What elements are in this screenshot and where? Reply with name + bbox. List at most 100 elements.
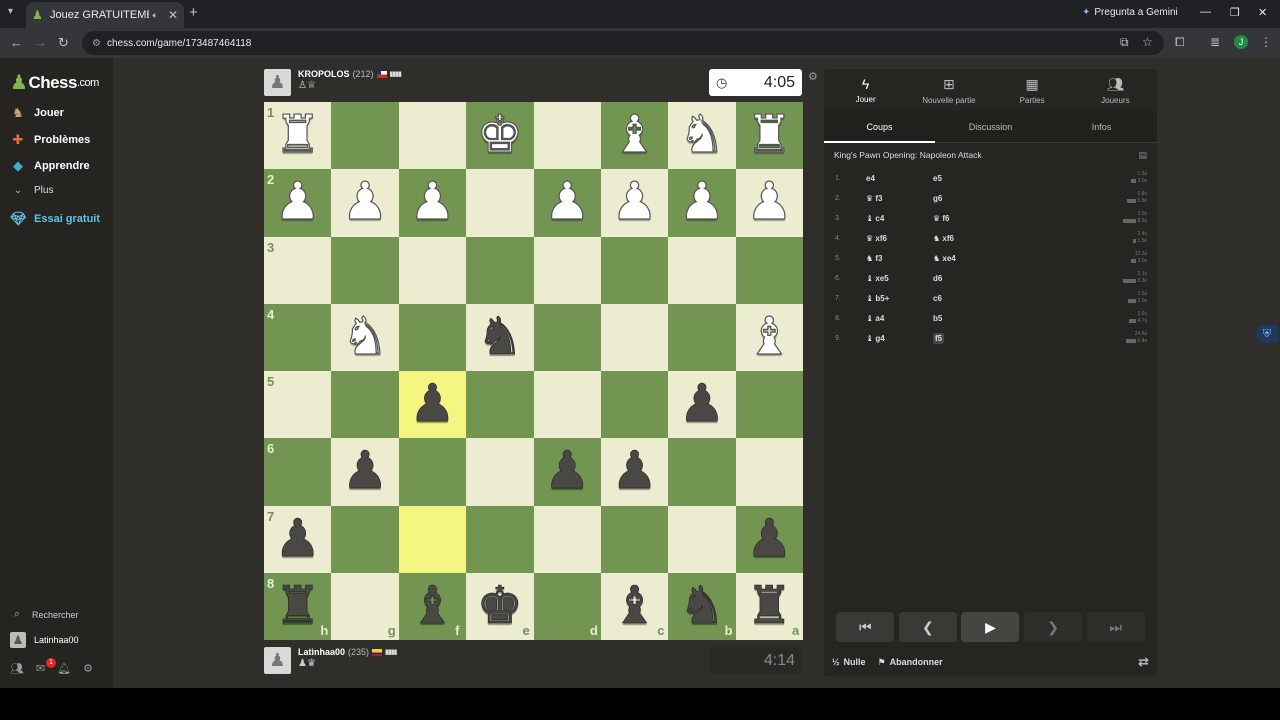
sidebar-item-apprendre[interactable]: ◆ Apprendre bbox=[10, 158, 90, 174]
chess-board[interactable]: 1 2 3 4 5 6 7 8 h g f e d c b a ♜ ♚ ♝ ♞ ♜ ♟ ♟ ♟ ♟ ♟ ♟ ♟ ♞ ♞ ♝ ♟ ♟ ♟ ♟ ♟ ♟ ♟ ♜ ♝… bbox=[264, 102, 803, 640]
bottom-player-avatar[interactable]: ♟ bbox=[264, 647, 291, 674]
reload-icon[interactable]: ↻ bbox=[58, 35, 69, 51]
board-square[interactable] bbox=[398, 438, 467, 506]
white-rook-icon[interactable]: ♜ bbox=[736, 102, 803, 169]
search-link[interactable]: ⌕ Rechercher bbox=[10, 608, 79, 621]
black-pawn-icon[interactable]: ♟ bbox=[601, 438, 668, 505]
white-pawn-icon[interactable]: ♟ bbox=[399, 169, 466, 236]
board-settings-icon[interactable]: ⚙ bbox=[808, 70, 818, 83]
minimize-icon[interactable]: — bbox=[1200, 6, 1211, 18]
black-pawn-icon[interactable]: ♟ bbox=[399, 371, 466, 438]
white-move[interactable]: ♛ f3 bbox=[866, 194, 883, 203]
subtab-infos[interactable]: Infos bbox=[1046, 111, 1157, 142]
board-square[interactable] bbox=[466, 169, 534, 237]
subtab-coups[interactable]: Coups bbox=[824, 111, 935, 143]
board-square[interactable] bbox=[398, 236, 467, 304]
opening-name[interactable]: King's Pawn Opening: Napoleon Attack bbox=[834, 150, 982, 160]
board-square[interactable] bbox=[600, 505, 669, 573]
board-square[interactable] bbox=[600, 303, 669, 371]
mail-icon[interactable]: ✉ bbox=[36, 662, 45, 675]
black-move[interactable]: b5 bbox=[933, 314, 942, 323]
white-pawn-icon[interactable]: ♟ bbox=[264, 169, 331, 236]
tab-nouvelle-partie[interactable]: ⊞ Nouvelle partie bbox=[907, 69, 990, 111]
white-move[interactable]: ♛ xf6 bbox=[866, 234, 887, 243]
board-square[interactable] bbox=[466, 505, 534, 573]
board-square[interactable] bbox=[533, 236, 601, 304]
black-move[interactable]: ♛ f6 bbox=[933, 214, 950, 223]
speaker-icon[interactable]: 🔈︎ bbox=[153, 10, 158, 21]
board-square[interactable] bbox=[466, 236, 534, 304]
site-info-icon[interactable]: ⚙ bbox=[92, 38, 101, 49]
white-king-icon[interactable]: ♚ bbox=[466, 102, 533, 169]
url-field[interactable]: ⚙ chess.com/game/173487464118 bbox=[82, 31, 1164, 55]
board-square[interactable] bbox=[533, 102, 601, 170]
flip-board-icon[interactable]: ⇄ bbox=[1138, 654, 1149, 670]
board-square[interactable] bbox=[735, 371, 803, 439]
sidebar-item-plus[interactable]: ⌄ Plus bbox=[10, 185, 53, 196]
board-square[interactable] bbox=[668, 505, 736, 573]
top-player-name[interactable]: KROPOLOS bbox=[298, 69, 350, 79]
white-move[interactable]: ♝ b5+ bbox=[866, 294, 889, 303]
black-move[interactable]: e5 bbox=[933, 174, 942, 183]
board-square[interactable] bbox=[331, 505, 399, 573]
last-move-button[interactable]: ⏭ bbox=[1086, 612, 1145, 642]
close-tab-icon[interactable]: ✕ bbox=[168, 8, 178, 22]
next-move-button[interactable]: ❯ bbox=[1024, 612, 1083, 642]
white-move[interactable]: e4 bbox=[866, 174, 875, 183]
gemini-button[interactable]: ✦ Pregunta a Gemini bbox=[1082, 7, 1178, 18]
white-pawn-icon[interactable]: ♟ bbox=[331, 169, 398, 236]
white-pawn-icon[interactable]: ♟ bbox=[668, 169, 735, 236]
bookmark-star-icon[interactable]: ☆ bbox=[1142, 35, 1153, 49]
forward-icon[interactable]: → bbox=[34, 35, 47, 50]
board-square[interactable] bbox=[398, 102, 467, 170]
board-square[interactable] bbox=[735, 236, 803, 304]
white-pawn-icon[interactable]: ♟ bbox=[601, 169, 668, 236]
black-knight-icon[interactable]: ♞ bbox=[668, 573, 735, 640]
board-square[interactable] bbox=[735, 438, 803, 506]
tab-parties[interactable]: ▦ Parties bbox=[991, 69, 1074, 111]
board-square[interactable] bbox=[533, 303, 601, 371]
sidebar-item-problemes[interactable]: ✚ Problèmes bbox=[10, 132, 91, 148]
black-move[interactable]: g6 bbox=[933, 194, 942, 203]
bell-icon[interactable]: 🔔︎ bbox=[57, 662, 71, 675]
browser-tab[interactable]: ♟ Jouez GRATUITEMENT aux 🔈︎ ✕ bbox=[26, 2, 184, 28]
media-icon[interactable]: ≣ bbox=[1210, 35, 1220, 49]
board-square[interactable] bbox=[600, 236, 669, 304]
tab-search-icon[interactable]: ▾ bbox=[8, 6, 13, 17]
black-knight-icon[interactable]: ♞ bbox=[466, 304, 533, 371]
back-icon[interactable]: ← bbox=[10, 35, 23, 50]
friends-icon[interactable]: 👥︎ bbox=[10, 662, 24, 675]
black-move[interactable]: f5 bbox=[933, 333, 945, 344]
white-move[interactable]: ♞ f3 bbox=[866, 254, 883, 263]
resign-button[interactable]: ⚑ Abandonner bbox=[878, 657, 943, 668]
black-king-icon[interactable]: ♚ bbox=[466, 573, 533, 640]
board-square[interactable] bbox=[331, 102, 399, 170]
white-move[interactable]: ♝ c4 bbox=[866, 214, 884, 223]
board-square[interactable] bbox=[600, 371, 669, 439]
black-move[interactable]: ♞ xe4 bbox=[933, 254, 956, 263]
board-square[interactable] bbox=[668, 303, 736, 371]
top-player-avatar[interactable]: ♟ bbox=[264, 69, 291, 96]
chess-logo[interactable]: ♟ Chess .com bbox=[10, 70, 99, 95]
white-knight-icon[interactable]: ♞ bbox=[331, 304, 398, 371]
board-square[interactable] bbox=[331, 236, 399, 304]
subtab-discussion[interactable]: Discussion bbox=[935, 111, 1046, 142]
black-rook-icon[interactable]: ♜ bbox=[736, 573, 803, 640]
black-pawn-icon[interactable]: ♟ bbox=[264, 506, 331, 573]
white-move[interactable]: ♝ g4 bbox=[866, 334, 885, 343]
user-link[interactable]: ♟ Latinhaa00 bbox=[10, 632, 79, 648]
white-rook-icon[interactable]: ♜ bbox=[264, 102, 331, 169]
black-pawn-icon[interactable]: ♟ bbox=[534, 438, 601, 505]
extension-icon[interactable]: ⛨ bbox=[1256, 325, 1278, 343]
black-bishop-icon[interactable]: ♝ bbox=[601, 573, 668, 640]
sidebar-item-jouer[interactable]: ♞ Jouer bbox=[10, 105, 64, 121]
board-square[interactable] bbox=[533, 505, 601, 573]
restore-icon[interactable]: ❐ bbox=[1230, 6, 1240, 19]
board-square[interactable] bbox=[668, 438, 736, 506]
black-pawn-icon[interactable]: ♟ bbox=[331, 438, 398, 505]
white-pawn-icon[interactable]: ♟ bbox=[736, 169, 803, 236]
board-square[interactable] bbox=[466, 371, 534, 439]
draw-button[interactable]: ½ Nulle bbox=[832, 657, 866, 667]
white-move[interactable]: ♝ xe5 bbox=[866, 274, 889, 283]
sidebar-item-essai[interactable]: 💎︎ Essai gratuit bbox=[10, 211, 100, 227]
